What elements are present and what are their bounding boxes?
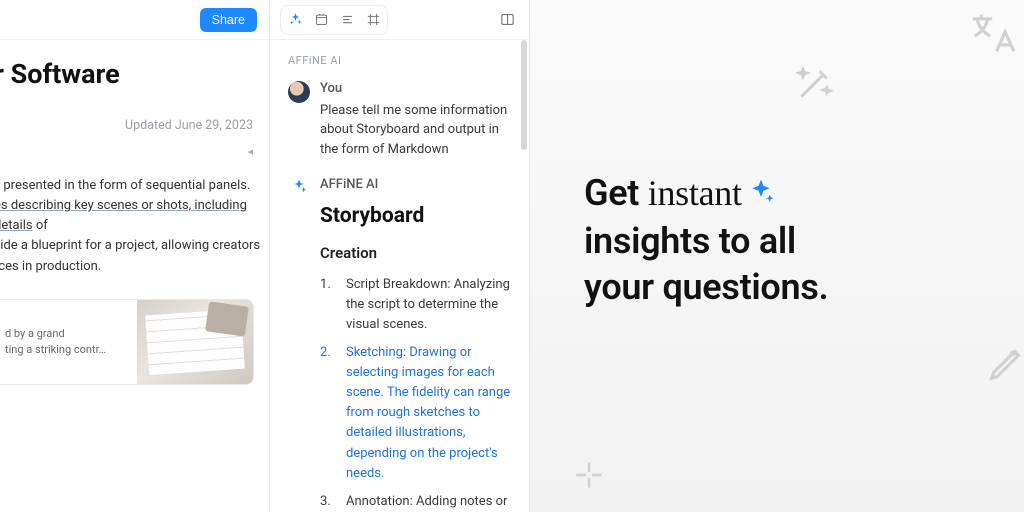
ai-response-list: Script Breakdown: Analyzing the script t… xyxy=(320,275,511,512)
embed-card-text: d by a grand ting a striking contr… xyxy=(0,316,137,367)
promo-panel: Get instant insights to all your questio… xyxy=(530,0,1024,512)
promo-line2: insights to all xyxy=(584,220,796,262)
collapse-caret-icon[interactable]: ◂ xyxy=(0,141,269,176)
doc-body: r Software Updated June 29, 2023 ◂ y pre… xyxy=(0,40,269,385)
list-item: Script Breakdown: Analyzing the script t… xyxy=(320,275,511,335)
translate-deco-icon xyxy=(964,8,1016,60)
list-item-text: Sketching: Drawing or selecting images f… xyxy=(346,343,511,484)
para-line-tail: of xyxy=(33,218,48,233)
ai-name-label: AFFiNE AI xyxy=(320,175,511,195)
para-line: y presented in the form of sequential pa… xyxy=(0,178,250,193)
pencil-deco-icon xyxy=(984,340,1024,386)
promo-line1-emphasis: instant xyxy=(648,173,742,213)
promo-line3: your questions. xyxy=(584,266,828,308)
page-title: r Software xyxy=(0,58,269,90)
card-line: d by a grand xyxy=(5,327,65,340)
document-pane: Share r Software Updated June 29, 2023 ◂… xyxy=(0,0,270,512)
updated-timestamp: Updated June 29, 2023 xyxy=(0,90,269,141)
ai-tab-icon[interactable] xyxy=(283,8,307,32)
user-message-text: Please tell me some information about St… xyxy=(320,101,511,160)
user-avatar xyxy=(288,81,310,103)
embed-card-thumbnail xyxy=(137,300,253,384)
embed-card[interactable]: d by a grand ting a striking contr… xyxy=(0,299,254,385)
app-window: Share r Software Updated June 29, 2023 ◂… xyxy=(0,0,530,512)
promo-headline: Get instant insights to all your questio… xyxy=(584,170,828,310)
ai-conversation: AFFiNE AI You Please tell me some inform… xyxy=(270,40,529,512)
panel-toggle-icon[interactable] xyxy=(495,8,519,32)
sparkle-icon xyxy=(746,172,776,218)
wand-deco-icon xyxy=(792,62,836,106)
view-mode-group xyxy=(280,5,388,35)
outline-tab-icon[interactable] xyxy=(335,8,359,32)
doc-paragraph: y presented in the form of sequential pa… xyxy=(0,176,269,277)
list-item: Annotation: Adding notes or xyxy=(320,492,511,512)
calendar-tab-icon[interactable] xyxy=(309,8,333,32)
list-item-text: Script Breakdown: Analyzing the script t… xyxy=(346,275,511,335)
list-item-text: Annotation: Adding notes or xyxy=(346,492,507,512)
ai-pane: AFFiNE AI You Please tell me some inform… xyxy=(270,0,529,512)
sparkle-deco-icon xyxy=(570,456,608,494)
ai-header-label: AFFiNE AI xyxy=(288,54,511,67)
ai-toolbar xyxy=(270,0,529,40)
ai-message: AFFiNE AI Storyboard Creation Script Bre… xyxy=(288,175,511,512)
para-line: vide a blueprint for a project, allowing… xyxy=(0,238,260,253)
share-button[interactable]: Share xyxy=(200,8,257,32)
para-line: rces in production. xyxy=(0,259,101,274)
promo-line1-pre: Get xyxy=(584,172,648,214)
ai-response-subtitle: Creation xyxy=(320,242,511,265)
ai-avatar-icon xyxy=(288,176,310,198)
user-message: You Please tell me some information abou… xyxy=(288,79,511,159)
user-name-label: You xyxy=(320,79,511,99)
ai-response-title: Storyboard xyxy=(320,201,511,233)
doc-header: Share xyxy=(0,0,269,40)
list-item: Sketching: Drawing or selecting images f… xyxy=(320,343,511,484)
card-line: ting a striking contr… xyxy=(5,343,106,356)
frame-tab-icon[interactable] xyxy=(361,8,385,32)
